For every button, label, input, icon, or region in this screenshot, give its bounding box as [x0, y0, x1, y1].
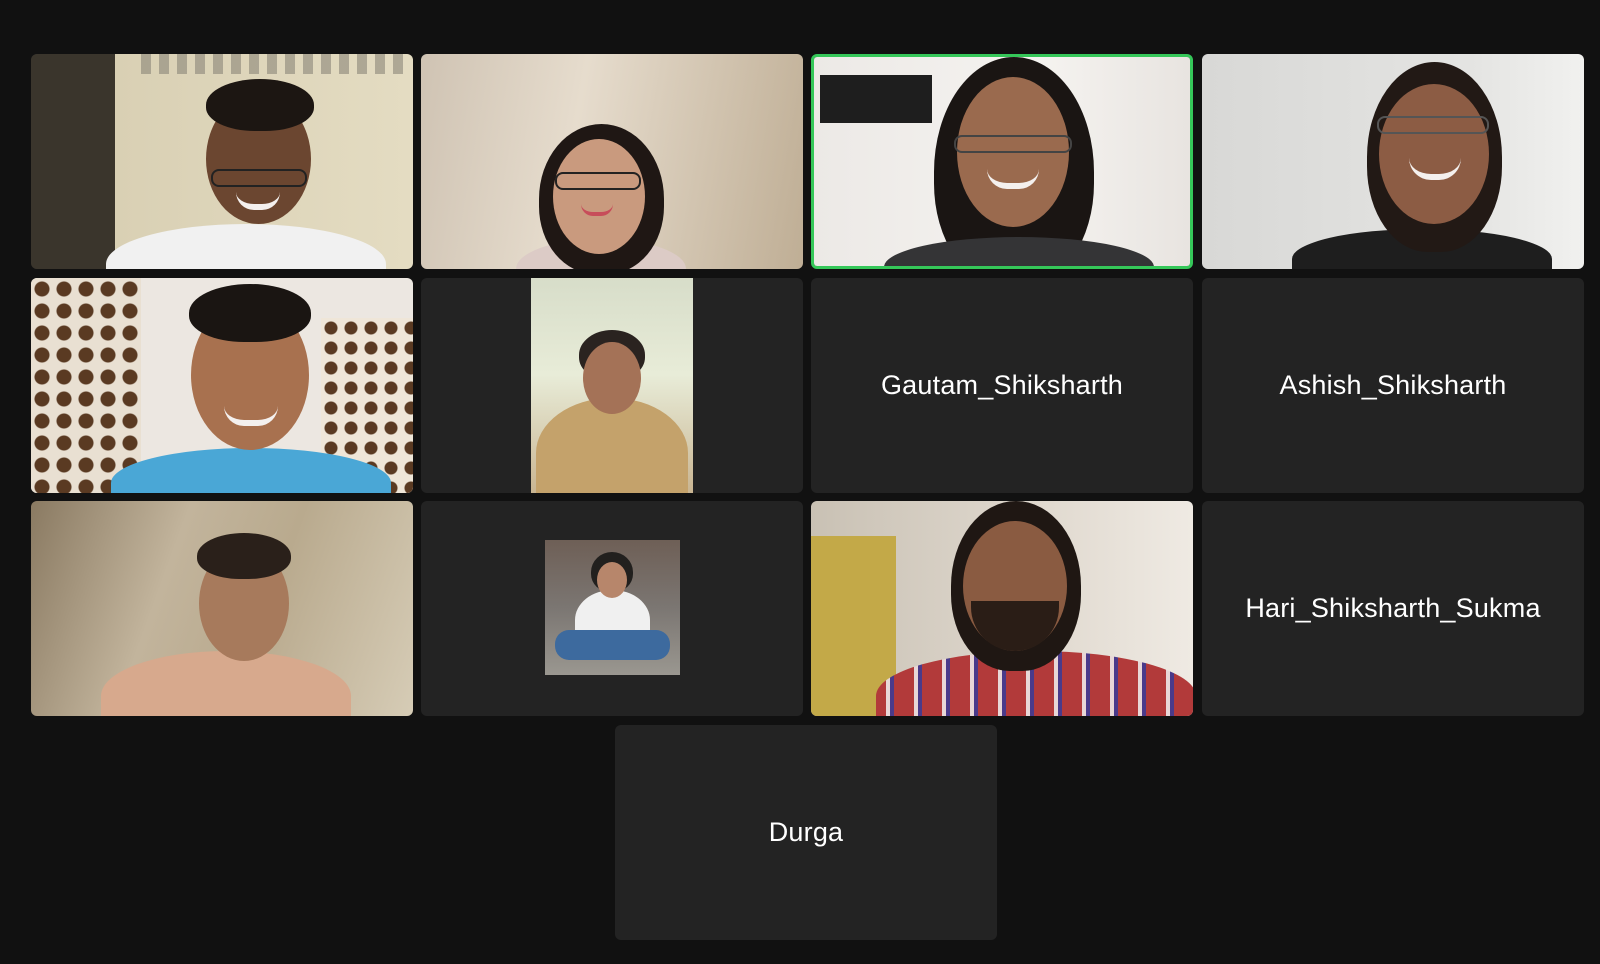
participant-name: Hari_Shiksharth_Sukma — [1245, 593, 1541, 623]
video-tile-participant-7[interactable]: Gautam_Shiksharth — [811, 278, 1193, 493]
video-tile-participant-5[interactable] — [31, 278, 413, 493]
profile-photo — [531, 278, 693, 493]
participant-video-person — [814, 57, 1190, 266]
gallery-view: Gautam_Shiksharth Ashish_Shiksharth Hari… — [0, 0, 1600, 964]
participant-video-person — [31, 54, 413, 269]
profile-photo — [545, 540, 680, 675]
video-tile-participant-2[interactable] — [421, 54, 803, 269]
participant-video-person — [1202, 54, 1584, 269]
participant-video-person — [31, 278, 413, 493]
participant-name: Gautam_Shiksharth — [880, 370, 1124, 400]
video-tile-participant-4[interactable] — [1202, 54, 1584, 269]
participant-video-person — [31, 501, 413, 716]
video-tile-participant-8[interactable]: Ashish_Shiksharth — [1202, 278, 1584, 493]
video-tile-participant-10[interactable] — [421, 501, 803, 716]
participant-video-person — [421, 54, 803, 269]
participant-name: Durga — [768, 817, 844, 847]
video-tile-active-speaker[interactable] — [811, 54, 1193, 269]
video-tile-participant-9[interactable] — [31, 501, 413, 716]
video-tile-participant-12[interactable]: Hari_Shiksharth_Sukma — [1202, 501, 1584, 716]
video-tile-participant-1[interactable] — [31, 54, 413, 269]
video-tile-participant-6[interactable] — [421, 278, 803, 493]
video-tile-participant-13[interactable]: Durga — [615, 725, 997, 940]
participant-name: Ashish_Shiksharth — [1279, 370, 1507, 400]
participant-video-person — [811, 501, 1193, 716]
video-tile-participant-11[interactable] — [811, 501, 1193, 716]
